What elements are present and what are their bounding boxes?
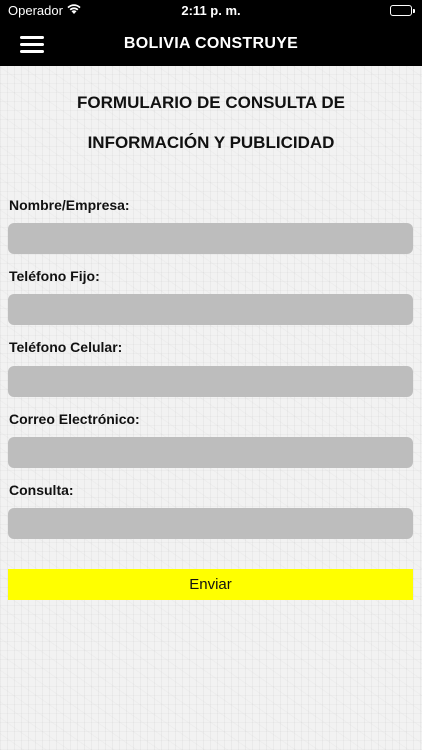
inquiry-label: Consulta: [9, 482, 74, 498]
form-title-line2: INFORMACIÓN Y PUBLICIDAD [87, 133, 335, 152]
nav-bar: BOLIVIA CONSTRUYE [0, 22, 422, 66]
form-container: FORMULARIO DE CONSULTA DE INFORMACIÓN Y … [0, 66, 422, 750]
inquiry-input[interactable] [8, 508, 413, 539]
battery-icon [390, 5, 415, 16]
name-company-label: Nombre/Empresa: [9, 197, 130, 213]
nav-title: BOLIVIA CONSTRUYE [123, 35, 299, 52]
email-input[interactable] [8, 437, 413, 468]
mobile-phone-input[interactable] [8, 366, 413, 397]
send-button[interactable]: Enviar [8, 569, 413, 600]
email-label: Correo Electrónico: [9, 411, 140, 427]
status-time: 2:11 p. m. [181, 3, 241, 18]
landline-phone-input[interactable] [8, 294, 413, 325]
form-title-line1: FORMULARIO DE CONSULTA DE [77, 93, 345, 112]
landline-phone-label: Teléfono Fijo: [9, 268, 100, 284]
name-company-input[interactable] [8, 223, 413, 254]
mobile-phone-label: Teléfono Celular: [9, 339, 123, 355]
status-bar: Operador 2:11 p. m. [0, 0, 422, 22]
